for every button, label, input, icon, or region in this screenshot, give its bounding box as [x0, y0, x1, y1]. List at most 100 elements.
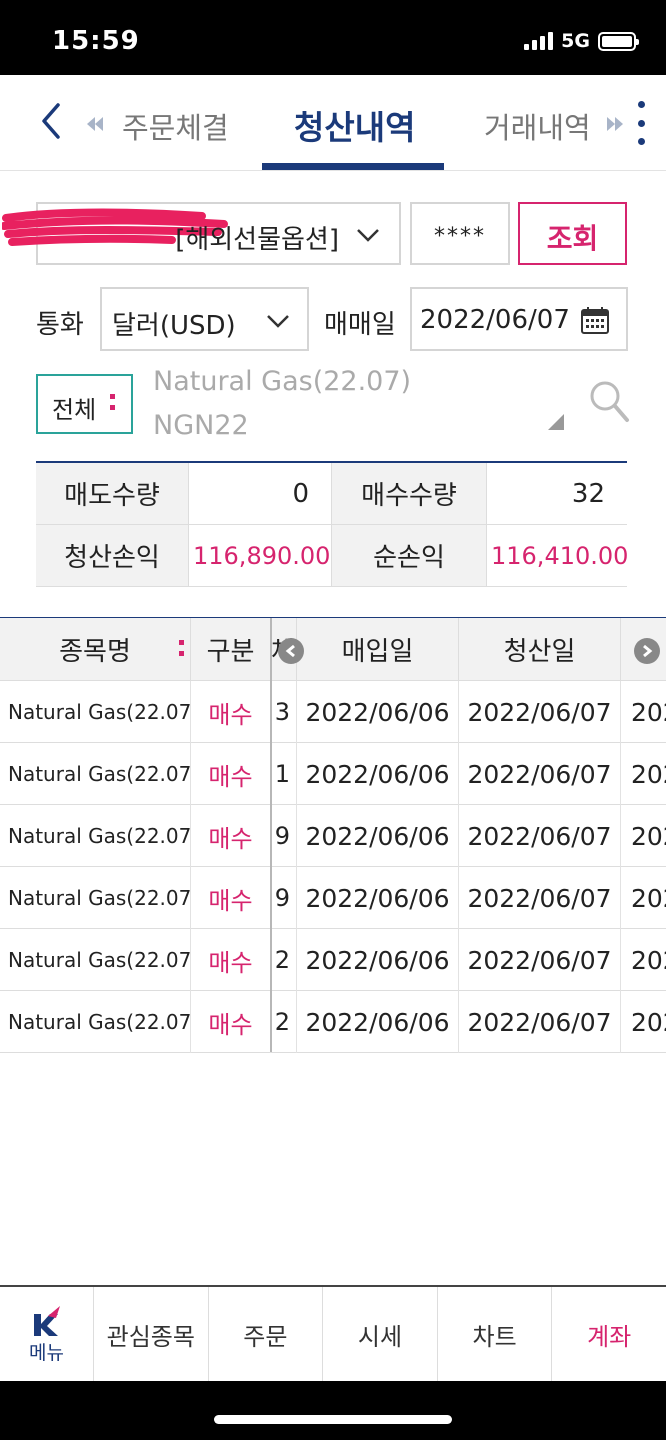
header-buy-date: 매입일 [297, 618, 459, 681]
tab-prev-icon[interactable] [84, 115, 106, 133]
nav-account[interactable]: 계좌 [552, 1287, 666, 1381]
all-filter-label: 전체 [52, 396, 97, 424]
query-button[interactable]: 조회 [518, 202, 627, 265]
nav-order[interactable]: 주문 [209, 1287, 324, 1381]
currency-value: 달러(USD) [112, 311, 236, 341]
scroll-right-icon[interactable] [634, 638, 660, 664]
dropdown-triangle-icon[interactable] [548, 414, 564, 430]
more-dots-icon [110, 394, 116, 410]
row-side: 매수 [191, 681, 271, 743]
row-symbol: Natural Gas(22.07) [0, 991, 191, 1053]
back-arrow-icon[interactable] [36, 101, 66, 141]
row-settle-date: 2022/06/07 [459, 743, 621, 805]
tab-next-icon[interactable] [604, 115, 626, 133]
table-row[interactable]: Natural Gas(22.07) 매수 9 2022/06/06 2022/… [0, 867, 666, 929]
network-label: 5G [561, 30, 590, 52]
trade-date-value: 2022/06/07 [420, 305, 570, 335]
active-tab-indicator [262, 163, 444, 170]
bottom-nav: 메뉴 관심종목 주문 시세 차트 계좌 [0, 1285, 666, 1381]
row-next: 202 [631, 945, 666, 975]
row-side: 매수 [191, 929, 271, 991]
frozen-column-divider [270, 618, 272, 1052]
table-row[interactable]: Natural Gas(22.07) 매수 2 2022/06/06 2022/… [0, 991, 666, 1053]
row-partial: 9 [271, 805, 297, 867]
sell-qty-label: 매도수량 [36, 463, 188, 524]
row-settle-date: 2022/06/07 [459, 805, 621, 867]
row-partial: 9 [271, 867, 297, 929]
buy-qty-label: 매수수량 [332, 463, 486, 524]
trade-date-field[interactable]: 2022/06/07 [410, 287, 628, 351]
search-icon[interactable] [588, 378, 630, 424]
row-side: 매수 [191, 991, 271, 1053]
row-buy-date: 2022/06/06 [297, 991, 459, 1053]
table-row[interactable]: Natural Gas(22.07) 매수 1 2022/06/06 2022/… [0, 743, 666, 805]
account-type-label: [해외선물옵션] [175, 225, 339, 255]
row-next: 202 [631, 883, 666, 913]
chevron-down-icon [357, 229, 379, 242]
row-side: 매수 [191, 743, 271, 805]
row-side: 매수 [191, 805, 271, 867]
row-next: 202 [631, 759, 666, 789]
nav-menu[interactable]: 메뉴 [0, 1287, 94, 1381]
row-symbol: Natural Gas(22.07) [0, 867, 191, 929]
signal-icon [524, 32, 554, 50]
status-indicators: 5G [524, 30, 639, 52]
row-side: 매수 [191, 867, 271, 929]
k-logo-icon [33, 1305, 60, 1336]
more-menu-icon[interactable] [634, 101, 648, 145]
grid-header: 종목명 구분 체 매입일 청산일 [0, 618, 666, 681]
row-partial: 1 [271, 743, 297, 805]
row-partial: 2 [271, 991, 297, 1053]
row-partial: 2 [271, 929, 297, 991]
row-symbol: Natural Gas(22.07) [0, 681, 191, 743]
row-symbol: Natural Gas(22.07) [0, 929, 191, 991]
table-row[interactable]: Natural Gas(22.07) 매수 3 2022/06/06 2022/… [0, 681, 666, 743]
all-filter-button[interactable]: 전체 [36, 374, 133, 434]
nav-watchlist[interactable]: 관심종목 [94, 1287, 209, 1381]
password-field[interactable]: **** [410, 202, 510, 265]
row-settle-date: 2022/06/07 [459, 681, 621, 743]
account-select[interactable]: [해외선물옵션] [2, 202, 401, 265]
trade-date-label: 매매일 [324, 310, 396, 340]
more-dots-icon [179, 640, 184, 656]
sell-qty-value: 0 [188, 463, 332, 524]
tab-order-fill[interactable]: 주문체결 [122, 105, 229, 147]
currency-label: 통화 [36, 310, 84, 340]
row-symbol: Natural Gas(22.07) [0, 743, 191, 805]
settlement-grid: 종목명 구분 체 매입일 청산일 Natural Gas(22.07) 매수 3… [0, 617, 666, 1053]
header-name[interactable]: 종목명 [0, 618, 191, 681]
row-settle-date: 2022/06/07 [459, 867, 621, 929]
symbol-code[interactable]: NGN22 [153, 410, 249, 441]
nav-chart[interactable]: 차트 [438, 1287, 553, 1381]
settle-pnl-label: 청산손익 [36, 525, 188, 586]
net-pnl-label: 순손익 [332, 525, 486, 586]
buy-qty-value: 32 [486, 463, 627, 524]
battery-icon [598, 31, 639, 51]
tab-bar: 주문체결 청산내역 거래내역 [0, 75, 666, 171]
tab-settlement-history[interactable]: 청산내역 [294, 101, 415, 149]
table-row[interactable]: Natural Gas(22.07) 매수 2 2022/06/06 2022/… [0, 929, 666, 991]
header-settle-date: 청산일 [459, 618, 621, 681]
table-row[interactable]: Natural Gas(22.07) 매수 9 2022/06/06 2022/… [0, 805, 666, 867]
net-pnl-value: 116,410.00 [486, 525, 628, 586]
nav-quotes[interactable]: 시세 [323, 1287, 438, 1381]
tab-trade-history[interactable]: 거래내역 [484, 105, 591, 147]
row-next: 202 [631, 821, 666, 851]
status-time: 15:59 [52, 26, 140, 56]
summary-table: 매도수량 0 매수수량 32 청산손익 116,890.00 순손익 116,4… [36, 461, 628, 587]
row-settle-date: 2022/06/07 [459, 929, 621, 991]
row-buy-date: 2022/06/06 [297, 805, 459, 867]
row-next: 202 [631, 1007, 666, 1037]
row-next: 202 [631, 697, 666, 727]
row-settle-date: 2022/06/07 [459, 991, 621, 1053]
row-buy-date: 2022/06/06 [297, 743, 459, 805]
row-partial: 3 [271, 681, 297, 743]
settle-pnl-value: 116,890.00 [188, 525, 332, 586]
row-buy-date: 2022/06/06 [297, 681, 459, 743]
status-bar: 15:59 5G [0, 0, 666, 75]
home-indicator[interactable] [214, 1415, 452, 1424]
currency-select[interactable]: 달러(USD) [100, 287, 309, 351]
row-buy-date: 2022/06/06 [297, 867, 459, 929]
symbol-name[interactable]: Natural Gas(22.07) [153, 366, 411, 397]
calendar-icon[interactable] [580, 305, 610, 335]
